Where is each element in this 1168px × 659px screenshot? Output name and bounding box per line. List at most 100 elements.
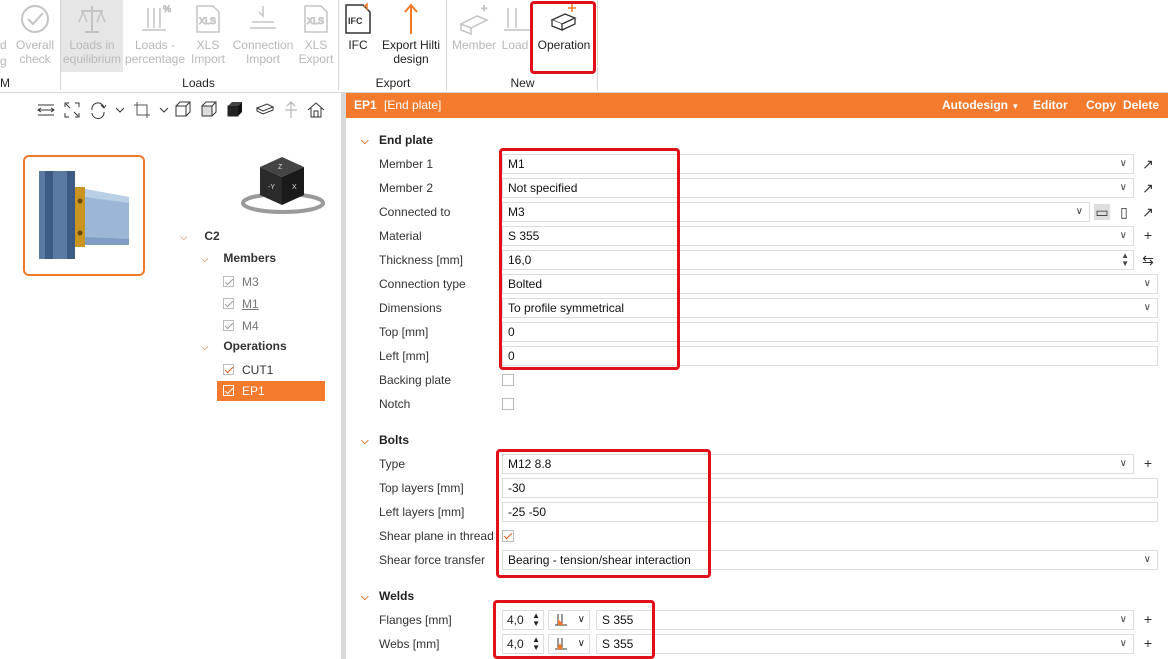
plate-view-icon[interactable] <box>255 100 275 120</box>
plate-select-icon[interactable]: ▭ <box>1094 204 1110 220</box>
loads-in-equilibrium-label: Loads in equilibrium <box>62 38 122 66</box>
check-icon[interactable] <box>223 276 234 287</box>
member1-select[interactable]: M1 ∨ <box>502 154 1134 174</box>
tree-member-label: M4 <box>242 319 259 333</box>
zoom-extents-icon[interactable] <box>62 100 82 120</box>
shear-force-label: Shear force transfer <box>379 553 486 567</box>
backing-plate-checkbox[interactable] <box>502 374 514 386</box>
chevron-down-icon: ∨ <box>1119 230 1127 241</box>
export-hilti-button[interactable]: Export Hilti design <box>378 0 444 72</box>
ribbon-separator <box>446 0 447 90</box>
overall-check-button[interactable]: Overall check <box>13 0 57 72</box>
copy-button[interactable]: Copy <box>1086 93 1116 118</box>
top-input[interactable]: 0 <box>502 322 1158 342</box>
check-icon[interactable] <box>223 298 234 309</box>
pick-cursor-icon[interactable]: ↗ <box>1140 204 1156 220</box>
new-member-button[interactable]: + Member <box>448 0 500 72</box>
loads-percentage-button[interactable]: % Loads - percentage <box>124 0 186 72</box>
flanges-size-input[interactable]: 4,0 ▲ ▼ <box>502 610 544 630</box>
add-bolt-icon[interactable]: + <box>1140 455 1156 471</box>
tree-members-node[interactable]: ⌵ Members <box>201 248 276 268</box>
add-weld-icon[interactable]: + <box>1140 635 1156 651</box>
dimensions-select[interactable]: To profile symmetrical ∨ <box>502 298 1158 318</box>
tree-member-label: M1 <box>242 297 259 311</box>
section-bolts[interactable]: ⌵ Bolts <box>361 433 409 447</box>
add-weld-icon[interactable]: + <box>1140 611 1156 627</box>
connected-to-select[interactable]: M3 ∨ <box>502 202 1090 222</box>
xls-export-icon: XLS <box>304 5 328 33</box>
spinner-icon[interactable]: ▲ ▼ <box>532 636 540 652</box>
chevron-down-icon: ∨ <box>577 638 585 649</box>
autodesign-button[interactable]: Autodesign ▼ <box>942 93 1019 119</box>
crop-icon[interactable] <box>132 100 152 120</box>
chevron-down-icon: ⌵ <box>361 136 369 147</box>
thickness-input[interactable]: 16,0 ▲ ▼ <box>502 250 1134 270</box>
webs-size-input[interactable]: 4,0 ▲ ▼ <box>502 634 544 654</box>
left-layers-input[interactable]: -25 -50 <box>502 502 1158 522</box>
connection-type-select[interactable]: Bolted ∨ <box>502 274 1158 294</box>
xls-import-button[interactable]: XLS XLS Import <box>187 0 229 72</box>
chevron-down-icon: ∨ <box>1119 182 1127 193</box>
fit-width-icon[interactable] <box>36 100 56 120</box>
tree-member-item[interactable]: M4 <box>223 316 259 336</box>
add-material-icon[interactable]: + <box>1140 227 1156 243</box>
check-icon[interactable] <box>223 385 234 396</box>
shear-plane-checkbox[interactable] <box>502 530 514 542</box>
pick-cursor-icon[interactable]: ↗ <box>1140 180 1156 196</box>
ifc-file-icon: IFC <box>345 2 371 34</box>
new-operation-button[interactable]: Operation <box>534 0 594 72</box>
section-end-plate[interactable]: ⌵ End plate <box>361 133 433 147</box>
connected-to-value: M3 <box>508 205 525 219</box>
transparent-view-icon[interactable] <box>199 100 219 120</box>
check-icon[interactable] <box>223 364 234 375</box>
tree-operations-node[interactable]: ⌵ Operations <box>201 336 287 356</box>
ifc-export-button[interactable]: IFC IFC <box>340 0 376 72</box>
spinner-icon[interactable]: ▲ ▼ <box>532 612 540 628</box>
pick-cursor-icon[interactable]: ↗ <box>1140 156 1156 172</box>
tree-member-item[interactable]: M1 <box>223 294 259 314</box>
new-load-button[interactable]: Load <box>500 0 530 72</box>
chevron-down-icon: ⌵ <box>201 254 209 265</box>
check-icon[interactable] <box>223 320 234 331</box>
svg-text:Z: Z <box>278 164 283 171</box>
delete-button[interactable]: Delete <box>1123 93 1159 118</box>
group-label-loads: Loads <box>182 76 215 90</box>
material-select[interactable]: S 355 ∨ <box>502 226 1134 246</box>
xls-export-button[interactable]: XLS XLS Export <box>296 0 336 72</box>
editor-button[interactable]: Editor <box>1033 93 1068 118</box>
loads-in-equilibrium-button[interactable]: Loads in equilibrium <box>61 0 123 72</box>
notch-checkbox[interactable] <box>502 398 514 410</box>
dimensions-value: To profile symmetrical <box>508 301 625 315</box>
swap-arrows-icon[interactable]: ⇆ <box>1140 252 1156 268</box>
spinner-icon[interactable]: ▲ ▼ <box>1121 252 1129 268</box>
shear-force-select[interactable]: Bearing - tension/shear interaction ∨ <box>502 550 1158 570</box>
tree-operation-item[interactable]: CUT1 <box>223 360 273 380</box>
webs-material-select[interactable]: S 355 ∨ <box>596 634 1134 654</box>
tree-root[interactable]: ⌵ C2 <box>180 226 220 246</box>
flanges-material-select[interactable]: S 355 ∨ <box>596 610 1134 630</box>
connection-import-button[interactable]: Connection Import <box>229 0 297 72</box>
section-welds[interactable]: ⌵ Welds <box>361 589 414 603</box>
connection-thumbnail[interactable] <box>23 155 145 276</box>
wireframe-view-icon[interactable] <box>173 100 193 120</box>
tree-operation-item-selected[interactable]: EP1 <box>217 381 325 401</box>
top-layers-input[interactable]: -30 <box>502 478 1158 498</box>
member2-select[interactable]: Not specified ∨ <box>502 178 1134 198</box>
bolt-type-select[interactable]: M12 8.8 ∨ <box>502 454 1134 474</box>
member-select-icon[interactable]: ▯ <box>1116 204 1132 220</box>
solid-view-icon[interactable] <box>225 100 245 120</box>
shear-plane-label: Shear plane in thread <box>379 529 494 543</box>
view-cube[interactable]: Z -Y X <box>240 153 326 215</box>
chevron-down-icon[interactable] <box>110 100 125 120</box>
webs-weld-type-select[interactable]: ∨ <box>548 634 590 654</box>
rotate-view-icon[interactable] <box>88 100 108 120</box>
chevron-down-icon[interactable] <box>154 100 169 120</box>
left-input[interactable]: 0 <box>502 346 1158 366</box>
tree-operation-label: EP1 <box>242 384 265 398</box>
cutoff-button[interactable]: d g <box>0 0 10 72</box>
home-icon[interactable] <box>306 100 326 120</box>
material-label: Material <box>379 229 422 243</box>
section-view-icon[interactable] <box>281 100 301 120</box>
flanges-weld-type-select[interactable]: ∨ <box>548 610 590 630</box>
tree-member-item[interactable]: M3 <box>223 272 259 292</box>
